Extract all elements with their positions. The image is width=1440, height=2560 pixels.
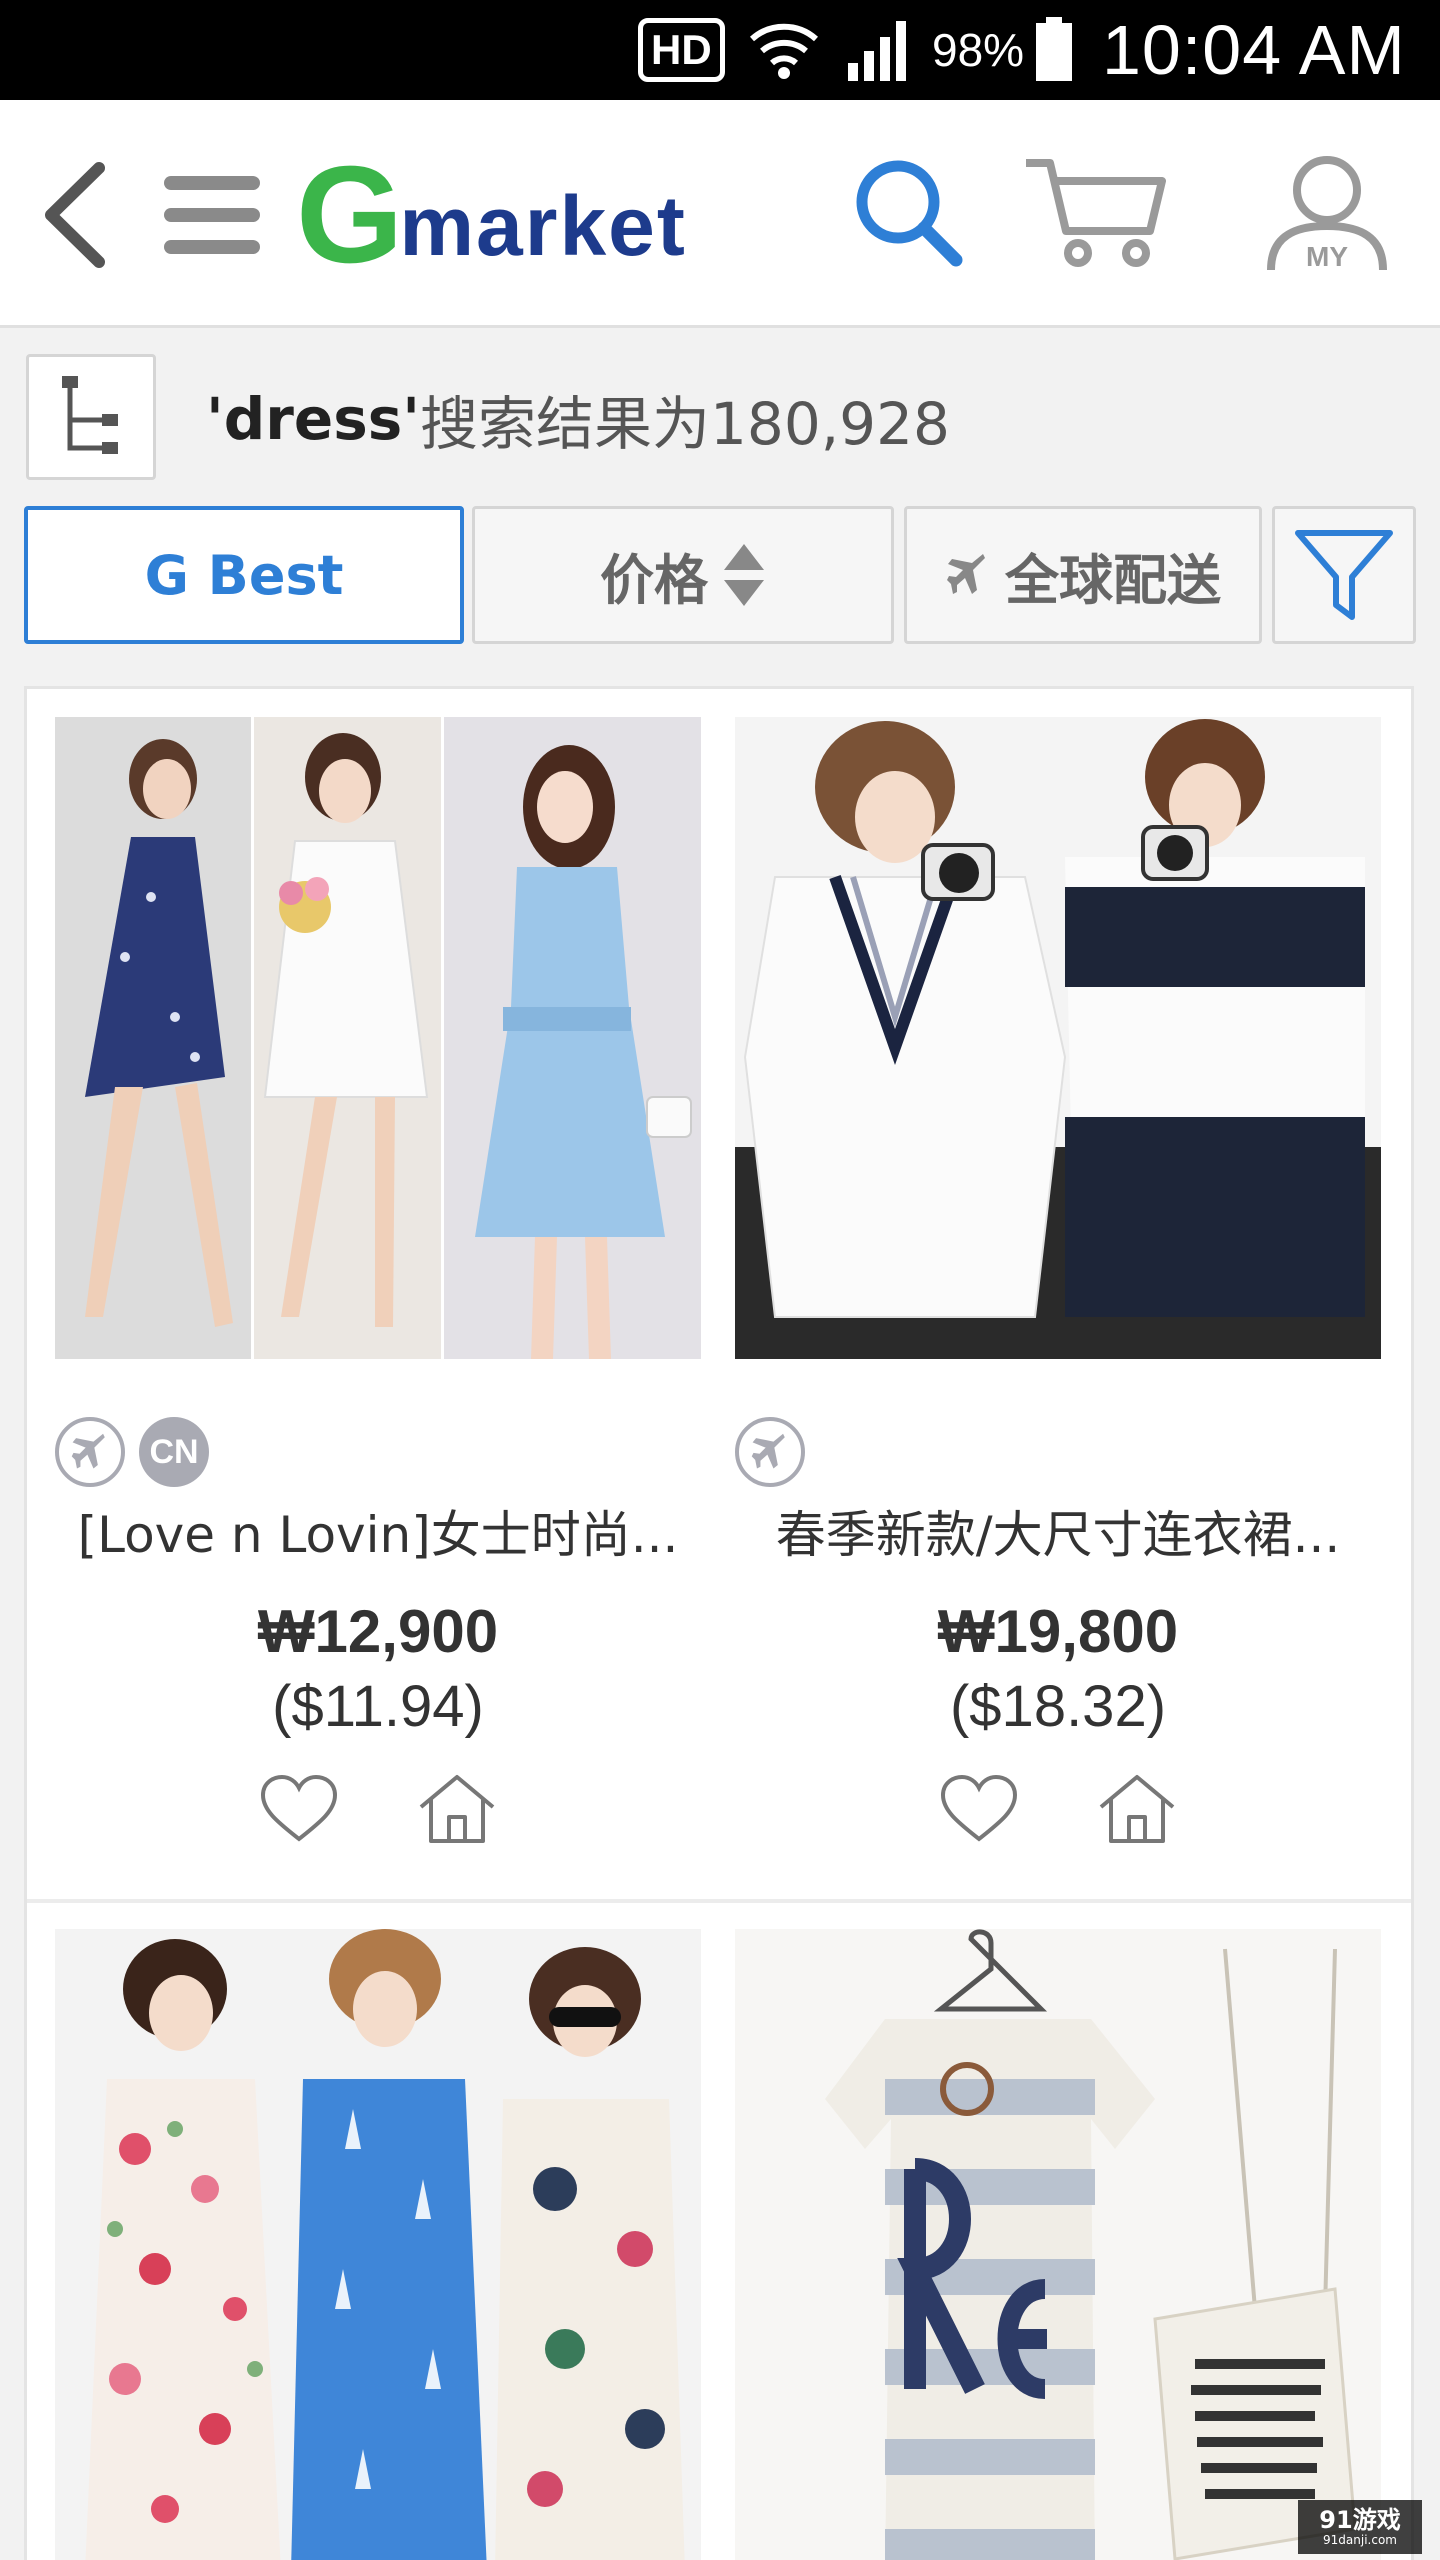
back-button[interactable] [30, 155, 120, 275]
gmarket-logo[interactable]: G market [296, 146, 687, 284]
search-icon [856, 160, 963, 267]
battery-icon [1034, 0, 1074, 100]
search-button[interactable] [848, 152, 968, 272]
row-divider [27, 1899, 1411, 1903]
watermark-logo: 91游戏 91danji.com [1298, 2500, 1422, 2554]
price-label: 价格 [600, 548, 708, 612]
search-result-summary: 'dress' 搜索结果为180,928 [206, 384, 950, 458]
logo-text: market [399, 179, 687, 273]
menu-button[interactable] [160, 160, 264, 270]
product-price-usd: ($18.32) [949, 1674, 1167, 1739]
product-image[interactable] [735, 717, 1381, 1359]
search-query: 'dress' [206, 385, 421, 453]
category-tree-icon [62, 376, 118, 454]
cart-button[interactable] [1020, 150, 1170, 276]
g-best-sort-button[interactable]: G Best [24, 506, 464, 644]
product-image[interactable] [55, 1929, 701, 2560]
plane-icon [71, 1433, 105, 1469]
product-price-krw: ₩19,800 [937, 1598, 1179, 1665]
product-badges: CN [55, 1417, 223, 1489]
result-count-text: 搜索结果为180,928 [420, 390, 950, 458]
logo-g: G [296, 138, 403, 292]
product-image[interactable] [735, 1929, 1381, 2560]
watermark-text: 91游戏 [1319, 2506, 1401, 2535]
category-tree-button[interactable] [26, 354, 156, 480]
global-shipping-label: 全球配送 [1005, 548, 1221, 612]
heart-icon [940, 1774, 1018, 1842]
menu-icon [164, 176, 260, 254]
plane-icon [947, 554, 985, 594]
filter-button[interactable] [1272, 506, 1416, 644]
global-shipping-filter-button[interactable]: 全球配送 [904, 506, 1262, 644]
funnel-icon [1295, 530, 1393, 620]
home-icon [1099, 1775, 1175, 1843]
status-bar: HD 98% 10:04 AM [0, 0, 1440, 100]
g-best-label: G Best [144, 543, 344, 607]
product-actions [735, 1769, 1381, 1849]
price-sort-button[interactable]: 价格 [472, 506, 894, 644]
hd-voice-indicator: HD [638, 0, 725, 100]
heart-icon [260, 1774, 338, 1842]
wifi-icon [748, 0, 820, 100]
plane-icon [751, 1433, 785, 1469]
product-grid: CN [Love n Lovin]女士时尚... ₩12,900 ($11.94… [24, 686, 1414, 2560]
product-price-krw: ₩12,900 [257, 1598, 499, 1665]
shop-home-button[interactable] [1093, 1769, 1181, 1849]
product-actions [55, 1769, 701, 1849]
product-image[interactable] [55, 717, 701, 1359]
my-label: MY [1306, 241, 1348, 272]
cn-badge: CN [139, 1417, 209, 1487]
back-icon [45, 162, 105, 268]
home-icon [419, 1775, 495, 1843]
sort-arrows-icon [724, 544, 764, 606]
signal-icon [846, 0, 912, 100]
global-shipping-badge [735, 1417, 805, 1487]
app-header: G market MY [0, 100, 1440, 328]
favorite-button[interactable] [935, 1769, 1023, 1849]
global-shipping-badge [55, 1417, 125, 1487]
my-account-button[interactable]: MY [1262, 150, 1392, 276]
product-title[interactable]: 春季新款/大尺寸连衣裙... [735, 1495, 1381, 1567]
favorite-button[interactable] [255, 1769, 343, 1849]
product-price-usd: ($11.94) [272, 1674, 484, 1739]
battery-percent: 98% [932, 24, 1025, 76]
cart-icon [1026, 159, 1166, 267]
product-badges [735, 1417, 819, 1489]
shop-home-button[interactable] [413, 1769, 501, 1849]
product-title[interactable]: [Love n Lovin]女士时尚... [55, 1495, 701, 1567]
clock: 10:04 AM [1102, 11, 1406, 89]
watermark-url: 91danji.com [1323, 2532, 1397, 2547]
hd-label: HD [638, 18, 725, 82]
my-account-icon: MY [1267, 156, 1387, 272]
